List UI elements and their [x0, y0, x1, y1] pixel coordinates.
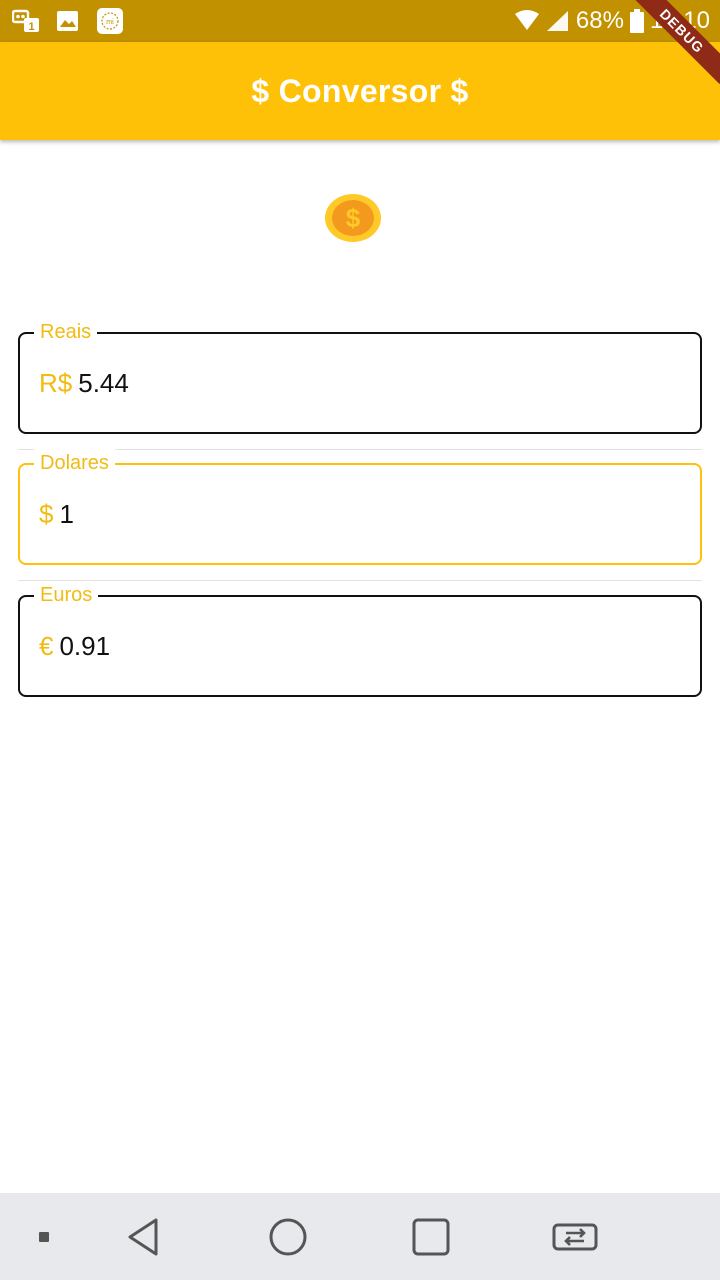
reais-field[interactable]: Reais R$ 5.44 — [18, 318, 702, 434]
dolares-value: 1 — [59, 499, 74, 529]
battery-percentage: 68% — [575, 7, 624, 34]
status-bar: 1 mi 68% 10:10 — [0, 0, 720, 42]
coin-glyph: $ — [346, 203, 361, 233]
reais-value: 5.44 — [78, 368, 129, 398]
app-title: $ Conversor $ — [251, 72, 469, 109]
mi-icon: mi — [97, 8, 123, 34]
reais-input[interactable]: R$ 5.44 — [39, 366, 129, 400]
wifi-icon — [514, 10, 539, 30]
svg-text:1: 1 — [28, 21, 34, 33]
switch-app-icon[interactable] — [545, 1207, 605, 1267]
reais-label: Reais — [34, 318, 98, 346]
notification-icons: 1 mi — [12, 8, 124, 34]
chat-icon: 1 — [12, 9, 39, 33]
navigation-bar — [0, 1193, 720, 1280]
euros-input[interactable]: €0.91 — [39, 629, 110, 663]
app-bar: $ Conversor $ — [0, 42, 720, 140]
signal-icon — [546, 11, 568, 31]
battery-icon — [629, 9, 644, 33]
dolares-field[interactable]: Dolares $1 — [18, 449, 702, 565]
svg-text:mi: mi — [106, 19, 114, 26]
dolares-input[interactable]: $1 — [39, 497, 74, 531]
euros-value: 0.91 — [59, 631, 111, 661]
recents-icon[interactable] — [401, 1207, 461, 1267]
coin-dollar-icon: $ — [325, 194, 381, 242]
image-icon — [57, 11, 78, 31]
euros-prefix: € — [39, 631, 54, 661]
back-icon[interactable] — [114, 1207, 174, 1267]
divider — [18, 449, 702, 450]
dolares-prefix: $ — [39, 499, 54, 529]
menu-dot-icon[interactable] — [14, 1207, 74, 1267]
divider — [18, 580, 702, 581]
euros-label: Euros — [34, 581, 99, 609]
home-icon[interactable] — [258, 1207, 318, 1267]
euros-field[interactable]: Euros €0.91 — [18, 581, 702, 697]
dolares-label: Dolares — [34, 449, 115, 477]
reais-prefix: R$ — [39, 368, 73, 398]
